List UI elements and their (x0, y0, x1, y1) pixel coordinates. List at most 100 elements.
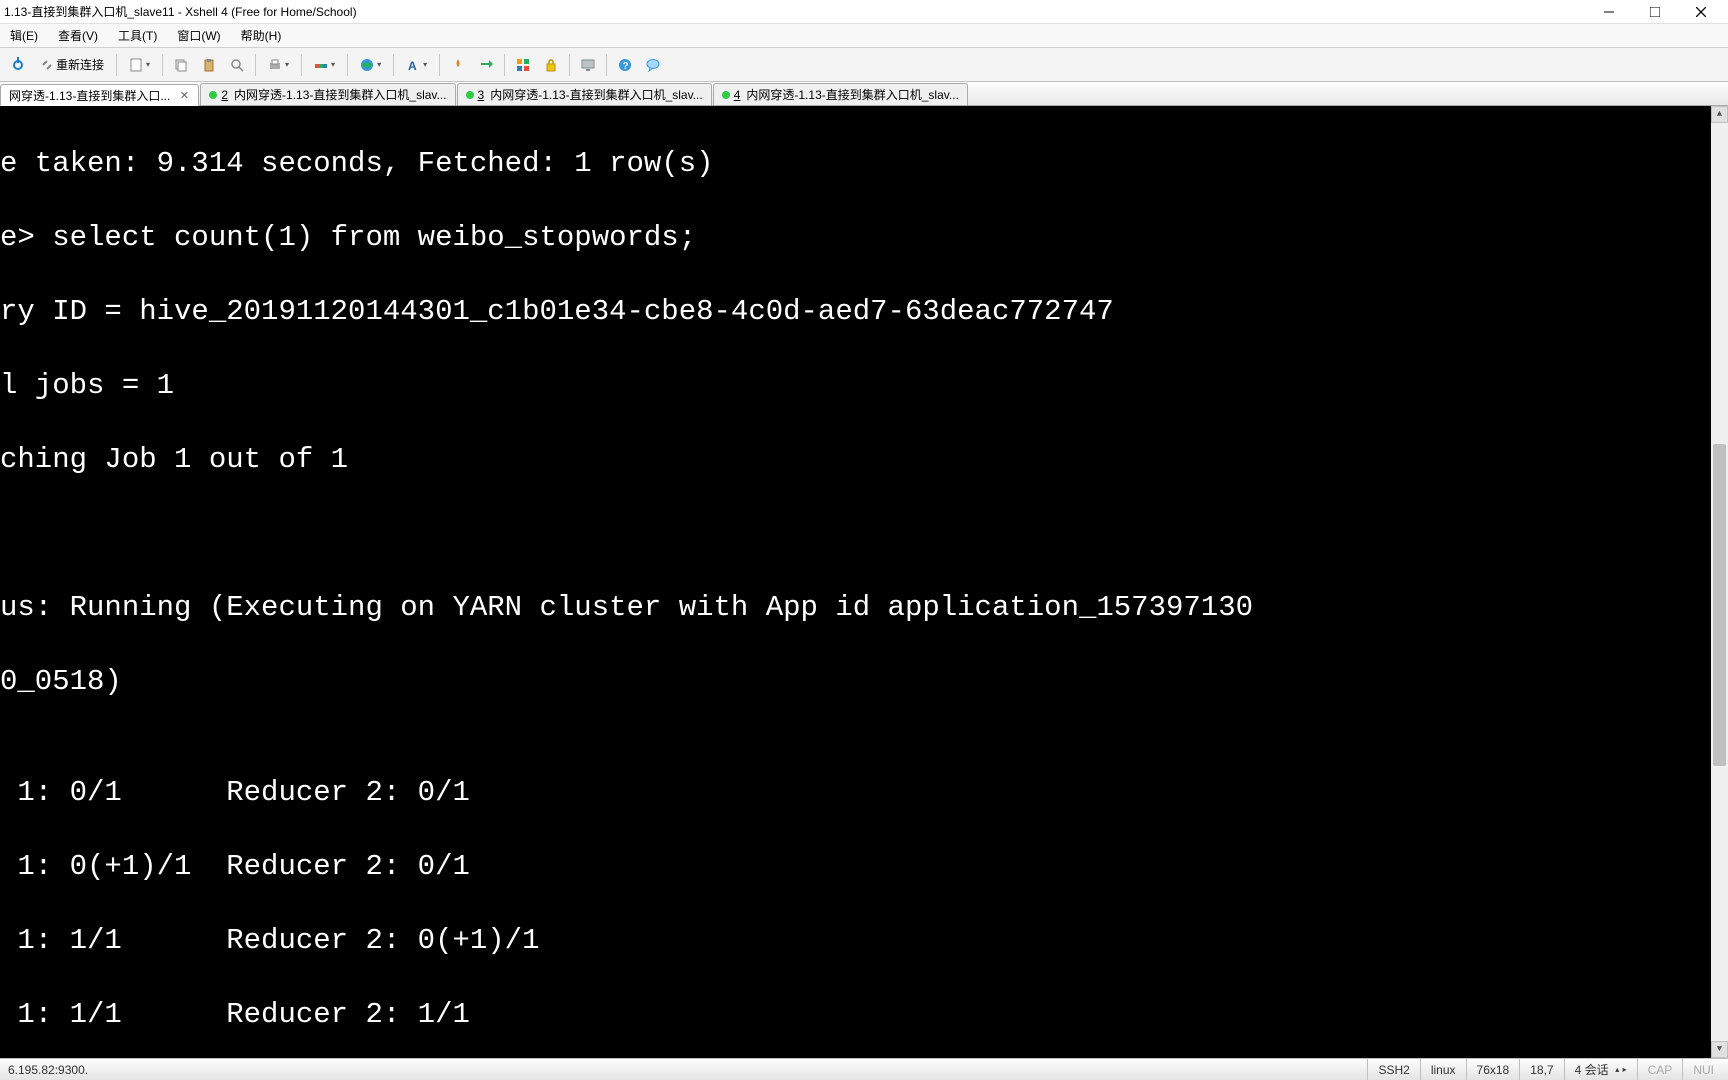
color-button[interactable]: ▾ (308, 53, 341, 77)
bubble-icon (646, 58, 660, 72)
printer-icon (268, 58, 282, 72)
status-pos: 18,7 (1519, 1059, 1563, 1080)
new-button[interactable]: ▾ (123, 53, 156, 77)
terminal-line: 1: 1/1 Reducer 2: 0(+1)/1 (0, 922, 1728, 959)
status-dot-icon (466, 91, 474, 99)
screen-button[interactable] (576, 53, 600, 77)
toolbar-separator (504, 54, 505, 76)
minimize-icon (1604, 7, 1614, 17)
status-host: 6.195.82:9300. (4, 1063, 1367, 1077)
lock-icon (544, 58, 558, 72)
status-os: linux (1420, 1059, 1466, 1080)
scroll-thumb[interactable] (1713, 444, 1726, 765)
tab-close-icon[interactable]: ✕ (178, 89, 190, 101)
scroll-down-icon[interactable]: ▼ (1711, 1041, 1728, 1058)
terminal-line: l jobs = 1 (0, 367, 1728, 404)
terminal[interactable]: e taken: 9.314 seconds, Fetched: 1 row(s… (0, 106, 1728, 1058)
chat-button[interactable] (641, 53, 665, 77)
toolbar-separator (347, 54, 348, 76)
tab-3[interactable]: 3 内网穿透-1.13-直接到集群入口机_slav... (457, 83, 712, 105)
print-button[interactable]: ▾ (262, 53, 295, 77)
svg-text:?: ? (623, 61, 629, 72)
status-dot-icon (209, 91, 217, 99)
help-icon: ? (618, 58, 632, 72)
disconnect-button[interactable] (6, 53, 30, 77)
menu-edit[interactable]: 辑(E) (4, 25, 44, 46)
minimize-button[interactable] (1586, 0, 1632, 24)
dropdown-icon: ▾ (285, 60, 289, 69)
tab-label: 内网穿透-1.13-直接到集群入口机_slav... (490, 86, 702, 103)
window-titlebar: 1.13-直接到集群入口机_slave11 - Xshell 4 (Free f… (0, 0, 1728, 24)
monitor-icon (581, 58, 595, 72)
status-dot-icon (722, 91, 730, 99)
tab-label: 网穿透-1.13-直接到集群入口... (9, 87, 170, 104)
tab-2[interactable]: 2 内网穿透-1.13-直接到集群入口机_slav... (200, 83, 455, 105)
toolbar-separator (116, 54, 117, 76)
status-sessions: 4 会话 ▴ ▸ (1564, 1059, 1637, 1080)
search-icon (230, 58, 244, 72)
scroll-track[interactable] (1711, 123, 1728, 1041)
tab-label: 内网穿透-1.13-直接到集群入口机_slav... (234, 86, 446, 103)
find-button[interactable] (225, 53, 249, 77)
dropdown-icon: ▾ (423, 60, 427, 69)
terminal-line: 1: 0(+1)/1 Reducer 2: 0/1 (0, 848, 1728, 885)
document-icon (129, 58, 143, 72)
tab-number: 3 (478, 88, 485, 102)
maximize-icon (1650, 7, 1660, 17)
menu-help[interactable]: 帮助(H) (235, 25, 288, 46)
plug-icon (10, 57, 26, 73)
terminal-line: ching Job 1 out of 1 (0, 441, 1728, 478)
statusbar: 6.195.82:9300. SSH2 linux 76x18 18,7 4 会… (0, 1058, 1728, 1080)
lock-button[interactable] (539, 53, 563, 77)
status-num: NUI (1682, 1059, 1724, 1080)
toolbar-separator (255, 54, 256, 76)
maximize-button[interactable] (1632, 0, 1678, 24)
terminal-line: 0_0518) (0, 663, 1728, 700)
reconnect-button[interactable]: 重新连接 (34, 53, 110, 77)
close-icon (1696, 7, 1706, 17)
transfer-icon (479, 58, 493, 72)
palette-icon (314, 58, 328, 72)
tab-1[interactable]: 网穿透-1.13-直接到集群入口... ✕ (0, 84, 199, 106)
dropdown-icon: ▾ (331, 60, 335, 69)
terminal-line: e> select count(1) from weibo_stopwords; (0, 219, 1728, 256)
toolbar-separator (301, 54, 302, 76)
font-icon: A (406, 58, 420, 72)
toolbar-separator (162, 54, 163, 76)
close-button[interactable] (1678, 0, 1724, 24)
tab-4[interactable]: 4 内网穿透-1.13-直接到集群入口机_slav... (713, 83, 968, 105)
copy-button[interactable] (169, 53, 193, 77)
tab-number: 4 (734, 88, 741, 102)
toolbar-separator (439, 54, 440, 76)
status-cap: CAP (1637, 1059, 1683, 1080)
toolbar-separator (606, 54, 607, 76)
help-button[interactable]: ? (613, 53, 637, 77)
menu-view[interactable]: 查看(V) (52, 25, 104, 46)
terminal-line: ry ID = hive_20191120144301_c1b01e34-cbe… (0, 293, 1728, 330)
flame-icon (451, 58, 465, 72)
toolbar: 重新连接 ▾ ▾ ▾ ▾ A ▾ (0, 48, 1728, 82)
status-size: 76x18 (1466, 1059, 1520, 1080)
menu-window[interactable]: 窗口(W) (171, 25, 226, 46)
globe-button[interactable]: ▾ (354, 53, 387, 77)
scrollbar[interactable]: ▲ ▼ (1711, 106, 1728, 1058)
terminal-line: e taken: 9.314 seconds, Fetched: 1 row(s… (0, 145, 1728, 182)
tab-label: 内网穿透-1.13-直接到集群入口机_slav... (746, 86, 958, 103)
paste-button[interactable] (197, 53, 221, 77)
link-icon (40, 58, 54, 72)
paste-icon (202, 58, 216, 72)
grid-icon (516, 58, 530, 72)
terminal-line: 1: 0/1 Reducer 2: 0/1 (0, 774, 1728, 811)
script-button[interactable] (446, 53, 470, 77)
tabbar: 网穿透-1.13-直接到集群入口... ✕ 2 内网穿透-1.13-直接到集群入… (0, 82, 1728, 106)
scroll-up-icon[interactable]: ▲ (1711, 106, 1728, 123)
font-button[interactable]: A ▾ (400, 53, 433, 77)
tile-button[interactable] (511, 53, 535, 77)
status-ssh: SSH2 (1367, 1059, 1419, 1080)
window-title: 1.13-直接到集群入口机_slave11 - Xshell 4 (Free f… (4, 3, 1586, 20)
menu-tools[interactable]: 工具(T) (112, 25, 163, 46)
transfer-button[interactable] (474, 53, 498, 77)
menubar: 辑(E) 查看(V) 工具(T) 窗口(W) 帮助(H) (0, 24, 1728, 48)
toolbar-separator (569, 54, 570, 76)
dropdown-icon: ▾ (146, 60, 150, 69)
